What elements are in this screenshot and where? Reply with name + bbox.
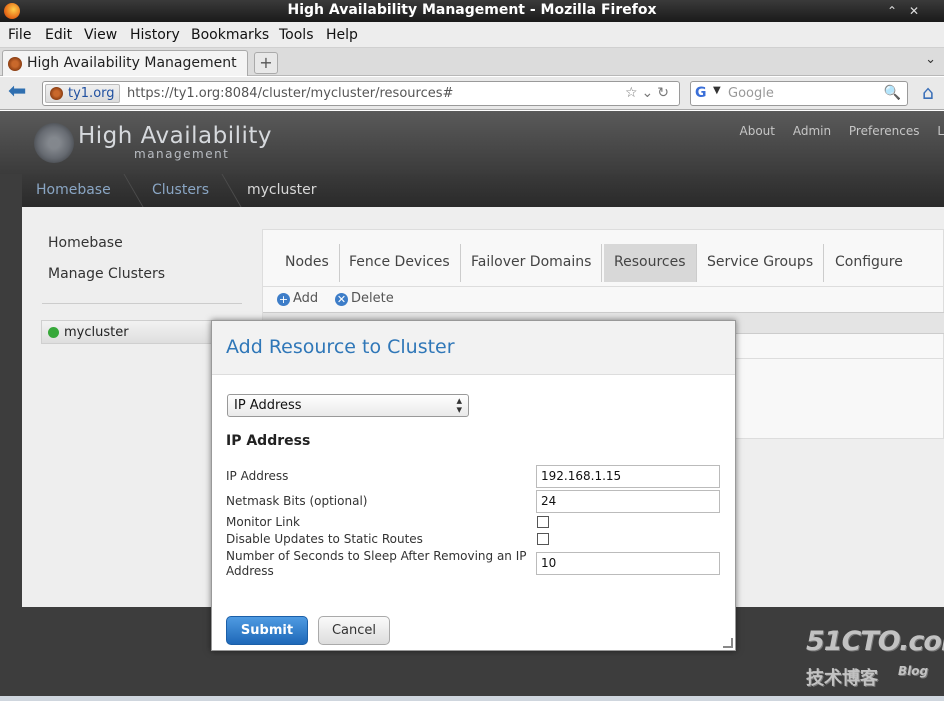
menu-tools[interactable]: Tools	[279, 27, 314, 43]
ip-address-label: IP Address	[226, 469, 289, 483]
resources-toolbar: + Add ✕ Delete	[263, 286, 944, 310]
sidebar-divider	[42, 303, 242, 304]
sleep-seconds-label: Number of Seconds to Sleep After Removin…	[226, 549, 527, 578]
netmask-input[interactable]: 24	[536, 490, 720, 513]
disable-static-routes-label: Disable Updates to Static Routes	[226, 532, 423, 546]
disable-static-routes-checkbox[interactable]	[537, 533, 549, 545]
resize-grip-icon[interactable]	[723, 638, 733, 648]
submit-button[interactable]: Submit	[226, 616, 308, 645]
add-resource-button[interactable]: + Add	[277, 291, 318, 306]
sidebar-manage-clusters-link[interactable]: Manage Clusters	[48, 266, 165, 282]
site-identity-button[interactable]: ty1.org	[45, 84, 120, 103]
site-favicon-icon	[50, 87, 63, 100]
tab-fence-devices[interactable]: Fence Devices	[339, 244, 461, 282]
tab-nodes[interactable]: Nodes	[275, 244, 340, 282]
menu-edit[interactable]: Edit	[45, 27, 72, 43]
resource-type-value: IP Address	[234, 398, 302, 413]
watermark-subtitle: 技术博客	[806, 668, 878, 689]
tab-list-chevron-icon[interactable]: ⌄	[925, 52, 936, 67]
add-icon: +	[277, 293, 290, 306]
netmask-label: Netmask Bits (optional)	[226, 494, 368, 508]
admin-link[interactable]: Admin	[793, 124, 831, 138]
breadcrumb-clusters[interactable]: Clusters	[152, 182, 209, 198]
ha-logo-icon	[34, 123, 74, 163]
monitor-link-label: Monitor Link	[226, 515, 301, 529]
menu-file[interactable]: File	[8, 27, 31, 43]
search-binoculars-icon[interactable]: 🔍	[884, 85, 901, 101]
menu-bookmarks[interactable]: Bookmarks	[191, 27, 269, 43]
watermark-blog: Blog	[898, 664, 929, 678]
dialog-title: Add Resource to Cluster	[226, 336, 455, 358]
brand-title: High Availability	[78, 123, 273, 149]
delete-label: Delete	[351, 291, 394, 306]
menu-history[interactable]: History	[130, 27, 180, 43]
top-links: About Admin Preferences L	[726, 124, 944, 138]
breadcrumb-homebase[interactable]: Homebase	[36, 182, 111, 198]
sidebar-homebase-link[interactable]: Homebase	[48, 235, 123, 251]
url-text[interactable]: https://ty1.org:8084/cluster/mycluster/r…	[127, 86, 453, 101]
watermark-logo: 51CTO.com	[806, 626, 944, 657]
delete-resource-button[interactable]: ✕ Delete	[335, 291, 394, 306]
dialog-header: Add Resource to Cluster	[212, 321, 735, 375]
tab-label: High Availability Management	[27, 55, 237, 71]
tab-service-groups[interactable]: Service Groups	[697, 244, 825, 282]
tab-resources[interactable]: Resources	[604, 244, 697, 282]
cancel-button[interactable]: Cancel	[318, 616, 390, 645]
tab-failover-domains[interactable]: Failover Domains	[461, 244, 603, 282]
page-footer-bar	[0, 696, 944, 701]
menu-bar: File Edit View History Bookmarks Tools H…	[0, 22, 944, 48]
cluster-status-dot-icon	[48, 327, 59, 338]
monitor-link-checkbox[interactable]	[537, 516, 549, 528]
brand-subtitle: management	[134, 147, 230, 161]
engine-chevron-down-icon[interactable]: ▼	[713, 85, 721, 96]
cluster-tabs: Nodes Fence Devices Failover Domains Res…	[263, 244, 944, 282]
bookmark-star-and-reload-icon[interactable]: ☆⌄↻	[625, 85, 673, 101]
add-resource-dialog: Add Resource to Cluster IP Address ▴ ▾ IP…	[211, 320, 736, 651]
search-bar[interactable]: G ▼ Google 🔍	[690, 81, 908, 106]
maximize-window-button[interactable]: ⌃	[884, 3, 900, 19]
resource-type-select[interactable]: IP Address ▴ ▾	[227, 394, 469, 417]
window-titlebar: High Availability Management - Mozilla F…	[0, 0, 944, 22]
window-title: High Availability Management - Mozilla F…	[287, 2, 657, 18]
select-updown-icon: ▴ ▾	[456, 394, 462, 416]
url-bar[interactable]: ty1.org https://ty1.org:8084/cluster/myc…	[42, 81, 680, 106]
delete-icon: ✕	[335, 293, 348, 306]
browser-tab[interactable]: High Availability Management	[2, 50, 248, 76]
navigation-bar: ⬅ ty1.org https://ty1.org:8084/cluster/m…	[0, 77, 944, 110]
close-window-button[interactable]: ✕	[906, 3, 922, 19]
new-tab-button[interactable]: +	[254, 52, 278, 74]
menu-view[interactable]: View	[84, 27, 117, 43]
search-placeholder: Google	[728, 86, 774, 101]
logout-link[interactable]: L	[937, 124, 944, 138]
sleep-seconds-input[interactable]: 10	[536, 552, 720, 575]
ha-favicon-icon	[8, 57, 22, 71]
breadcrumb: Homebase Clusters mycluster	[22, 174, 944, 207]
about-link[interactable]: About	[740, 124, 775, 138]
breadcrumb-separator	[110, 174, 144, 207]
google-icon[interactable]: G	[695, 85, 711, 101]
back-arrow-icon[interactable]: ⬅	[8, 81, 34, 104]
add-label: Add	[293, 291, 319, 306]
preferences-link[interactable]: Preferences	[849, 124, 920, 138]
app-header: High Availability management About Admin…	[0, 111, 944, 174]
breadcrumb-separator	[208, 174, 242, 207]
home-icon[interactable]: ⌂	[916, 81, 940, 105]
site-identity-label: ty1.org	[68, 86, 115, 101]
ip-address-input[interactable]: 192.168.1.15	[536, 465, 720, 488]
sidebar-cluster-label: mycluster	[64, 325, 129, 340]
breadcrumb-mycluster: mycluster	[247, 182, 317, 198]
menu-help[interactable]: Help	[326, 27, 358, 43]
tab-configure[interactable]: Configure	[825, 244, 913, 282]
form-heading: IP Address	[226, 433, 311, 449]
tab-bar: High Availability Management + ⌄	[0, 48, 944, 76]
